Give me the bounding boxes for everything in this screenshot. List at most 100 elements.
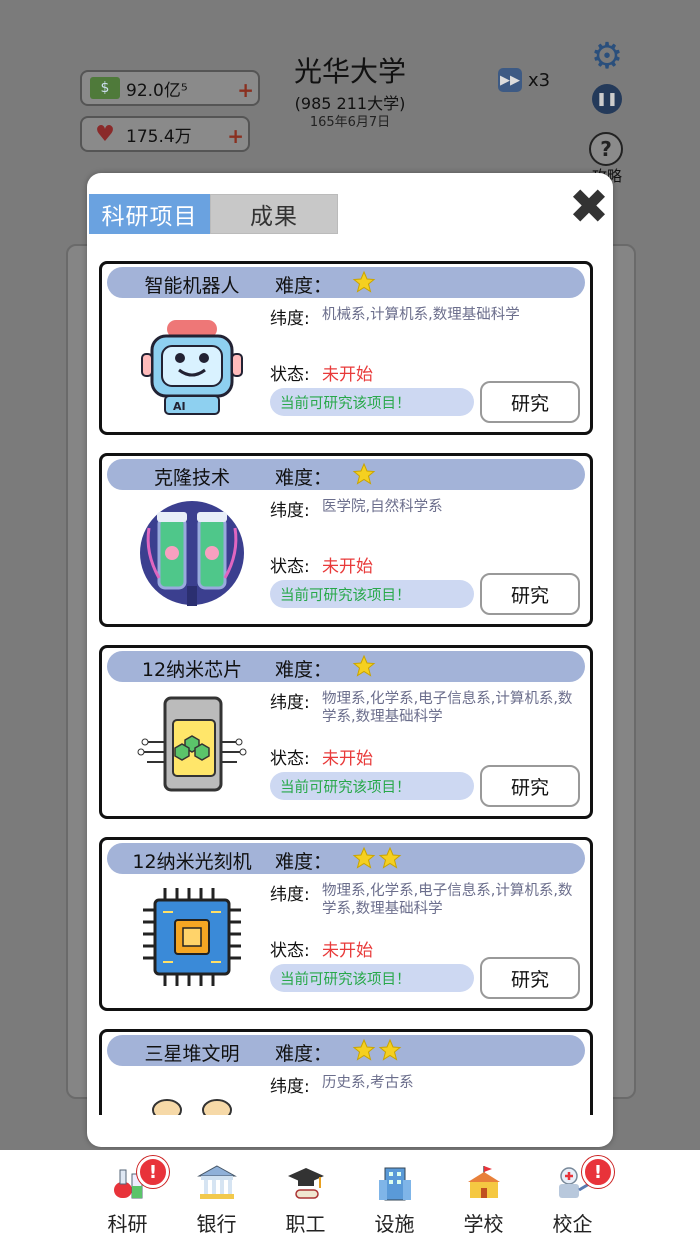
star-icon — [378, 1038, 402, 1061]
status-label: 状态: — [270, 749, 310, 769]
project-card: 12纳米芯片 难度： 纬度: 物理系,化学系,电子信息系,计算机系,数学系,数理… — [99, 645, 593, 819]
nav-item-staff[interactable]: 职工 — [261, 1150, 350, 1244]
close-icon[interactable]: ✖ — [567, 183, 611, 231]
heart-icon: ♥ — [95, 121, 115, 147]
notification-badge: ! — [582, 1156, 614, 1188]
project-card: 克隆技术 难度： 纬度: 医学院,自然科学系 状态: 未开始 当前可研究该项目！… — [99, 453, 593, 627]
project-name: 克隆技术 — [153, 467, 230, 489]
research-modal: 科研项目 成果 ✖ 智能机器人 难度： AI 纬度: 机械系,计算机系,数理基础… — [87, 173, 613, 1147]
add-reputation-icon[interactable]: + — [227, 124, 244, 148]
artifact-icon — [152, 1099, 232, 1115]
project-status: 未开始 — [322, 557, 373, 577]
svg-text:AI: AI — [173, 400, 186, 413]
availability-note: 当前可研究该项目！ — [270, 580, 474, 608]
nav-label: 银行 — [196, 1212, 237, 1236]
difficulty-stars — [352, 270, 378, 294]
speed-control[interactable]: ▶▶ x3 — [498, 68, 550, 92]
project-status: 未开始 — [322, 941, 373, 961]
nav-item-school[interactable]: 学校 — [439, 1150, 528, 1244]
tab-results[interactable]: 成果 — [210, 194, 338, 234]
staff-icon — [287, 1168, 324, 1199]
notification-badge: ! — [137, 1156, 169, 1188]
project-list[interactable]: 智能机器人 难度： AI 纬度: 机械系,计算机系,数理基础科学 状态: 未开始… — [99, 261, 595, 1115]
nav-label: 校企 — [552, 1212, 593, 1236]
school-icon — [467, 1166, 500, 1198]
status-label: 状态: — [270, 941, 310, 961]
project-name: 12纳米芯片 — [141, 659, 243, 681]
status-label: 状态: — [270, 557, 310, 577]
nav-item-facility[interactable]: 设施 — [350, 1150, 439, 1244]
tab-research-projects[interactable]: 科研项目 — [89, 194, 210, 234]
project-fields: 机械系,计算机系,数理基础科学 — [322, 307, 520, 323]
nav-label: 科研 — [107, 1212, 148, 1236]
nav-label: 学校 — [463, 1212, 504, 1236]
project-card: 智能机器人 难度： AI 纬度: 机械系,计算机系,数理基础科学 状态: 未开始… — [99, 261, 593, 435]
nav-item-enterprise[interactable]: 校企 ! — [528, 1150, 617, 1244]
project-header: 12纳米芯片 难度： — [107, 651, 585, 682]
star-icon — [378, 846, 402, 869]
project-fields: 医学院,自然科学系 — [322, 499, 443, 515]
money-stat[interactable]: $ 92.0亿⁵ + — [80, 70, 260, 106]
clone-icon — [140, 501, 244, 606]
dimension-label: 纬度: — [270, 885, 310, 905]
availability-note: 当前可研究该项目！ — [270, 964, 474, 992]
project-card: 12纳米光刻机 难度： 纬度: 物理系,化学系,电子信息系,计算机系,数学系,数… — [99, 837, 593, 1011]
difficulty-label: 难度： — [275, 659, 333, 681]
help-icon[interactable]: ? — [589, 132, 623, 166]
research-button[interactable]: 研究 — [480, 573, 580, 615]
difficulty-label: 难度： — [275, 467, 333, 489]
star-icon — [352, 462, 376, 485]
nav-item-research[interactable]: 科研 ! — [83, 1150, 172, 1244]
star-icon — [352, 1038, 376, 1061]
reputation-value: 175.4万 — [126, 126, 192, 147]
project-header: 12纳米光刻机 难度： — [107, 843, 585, 874]
difficulty-stars — [352, 1038, 404, 1062]
project-name: 三星堆文明 — [144, 1043, 240, 1065]
project-card: 三星堆文明 难度： 纬度: 历史系,考古系 — [99, 1029, 593, 1115]
money-value: 92.0亿⁵ — [126, 80, 188, 101]
processor-icon — [143, 888, 241, 986]
nav-label: 职工 — [285, 1212, 326, 1236]
project-header: 智能机器人 难度： — [107, 267, 585, 298]
bank-icon — [196, 1165, 237, 1199]
add-money-icon[interactable]: + — [237, 78, 254, 102]
pause-icon[interactable]: ❚❚ — [592, 84, 622, 114]
money-icon: $ — [90, 77, 120, 99]
difficulty-stars — [352, 846, 404, 870]
modal-tabs: 科研项目 成果 — [89, 194, 338, 234]
project-fields: 物理系,化学系,电子信息系,计算机系,数学系,数理基础科学 — [322, 691, 573, 725]
nav-item-bank[interactable]: 银行 — [172, 1150, 261, 1244]
chip-icon — [137, 696, 247, 792]
star-icon — [352, 270, 376, 293]
project-name: 智能机器人 — [144, 275, 240, 297]
difficulty-stars — [352, 462, 378, 486]
project-status: 未开始 — [322, 749, 373, 769]
difficulty-stars — [352, 654, 378, 678]
project-header: 三星堆文明 难度： — [107, 1035, 585, 1066]
research-button[interactable]: 研究 — [480, 381, 580, 423]
difficulty-label: 难度： — [275, 851, 333, 873]
dimension-label: 纬度: — [270, 693, 310, 713]
dimension-label: 纬度: — [270, 309, 310, 329]
gear-icon[interactable]: ⚙ — [588, 38, 626, 76]
robot-icon: AI — [141, 320, 243, 415]
status-label: 状态: — [270, 365, 310, 385]
bottom-nav: 科研 ! 银行 职工 设施 学校 校企 ! — [0, 1150, 700, 1244]
project-name: 12纳米光刻机 — [132, 851, 252, 873]
fast-forward-icon: ▶▶ — [498, 68, 522, 92]
star-icon — [352, 654, 376, 677]
project-fields: 物理系,化学系,电子信息系,计算机系,数学系,数理基础科学 — [322, 883, 573, 917]
facility-icon — [378, 1167, 411, 1201]
star-icon — [352, 846, 376, 869]
research-button[interactable]: 研究 — [480, 957, 580, 999]
availability-note: 当前可研究该项目！ — [270, 772, 474, 800]
difficulty-label: 难度： — [275, 275, 333, 297]
reputation-stat[interactable]: ♥ 175.4万 + — [80, 116, 250, 152]
nav-label: 设施 — [374, 1212, 415, 1236]
availability-note: 当前可研究该项目！ — [270, 388, 474, 416]
dimension-label: 纬度: — [270, 501, 310, 521]
dimension-label: 纬度: — [270, 1077, 310, 1097]
project-status: 未开始 — [322, 365, 373, 385]
research-button[interactable]: 研究 — [480, 765, 580, 807]
project-header: 克隆技术 难度： — [107, 459, 585, 490]
